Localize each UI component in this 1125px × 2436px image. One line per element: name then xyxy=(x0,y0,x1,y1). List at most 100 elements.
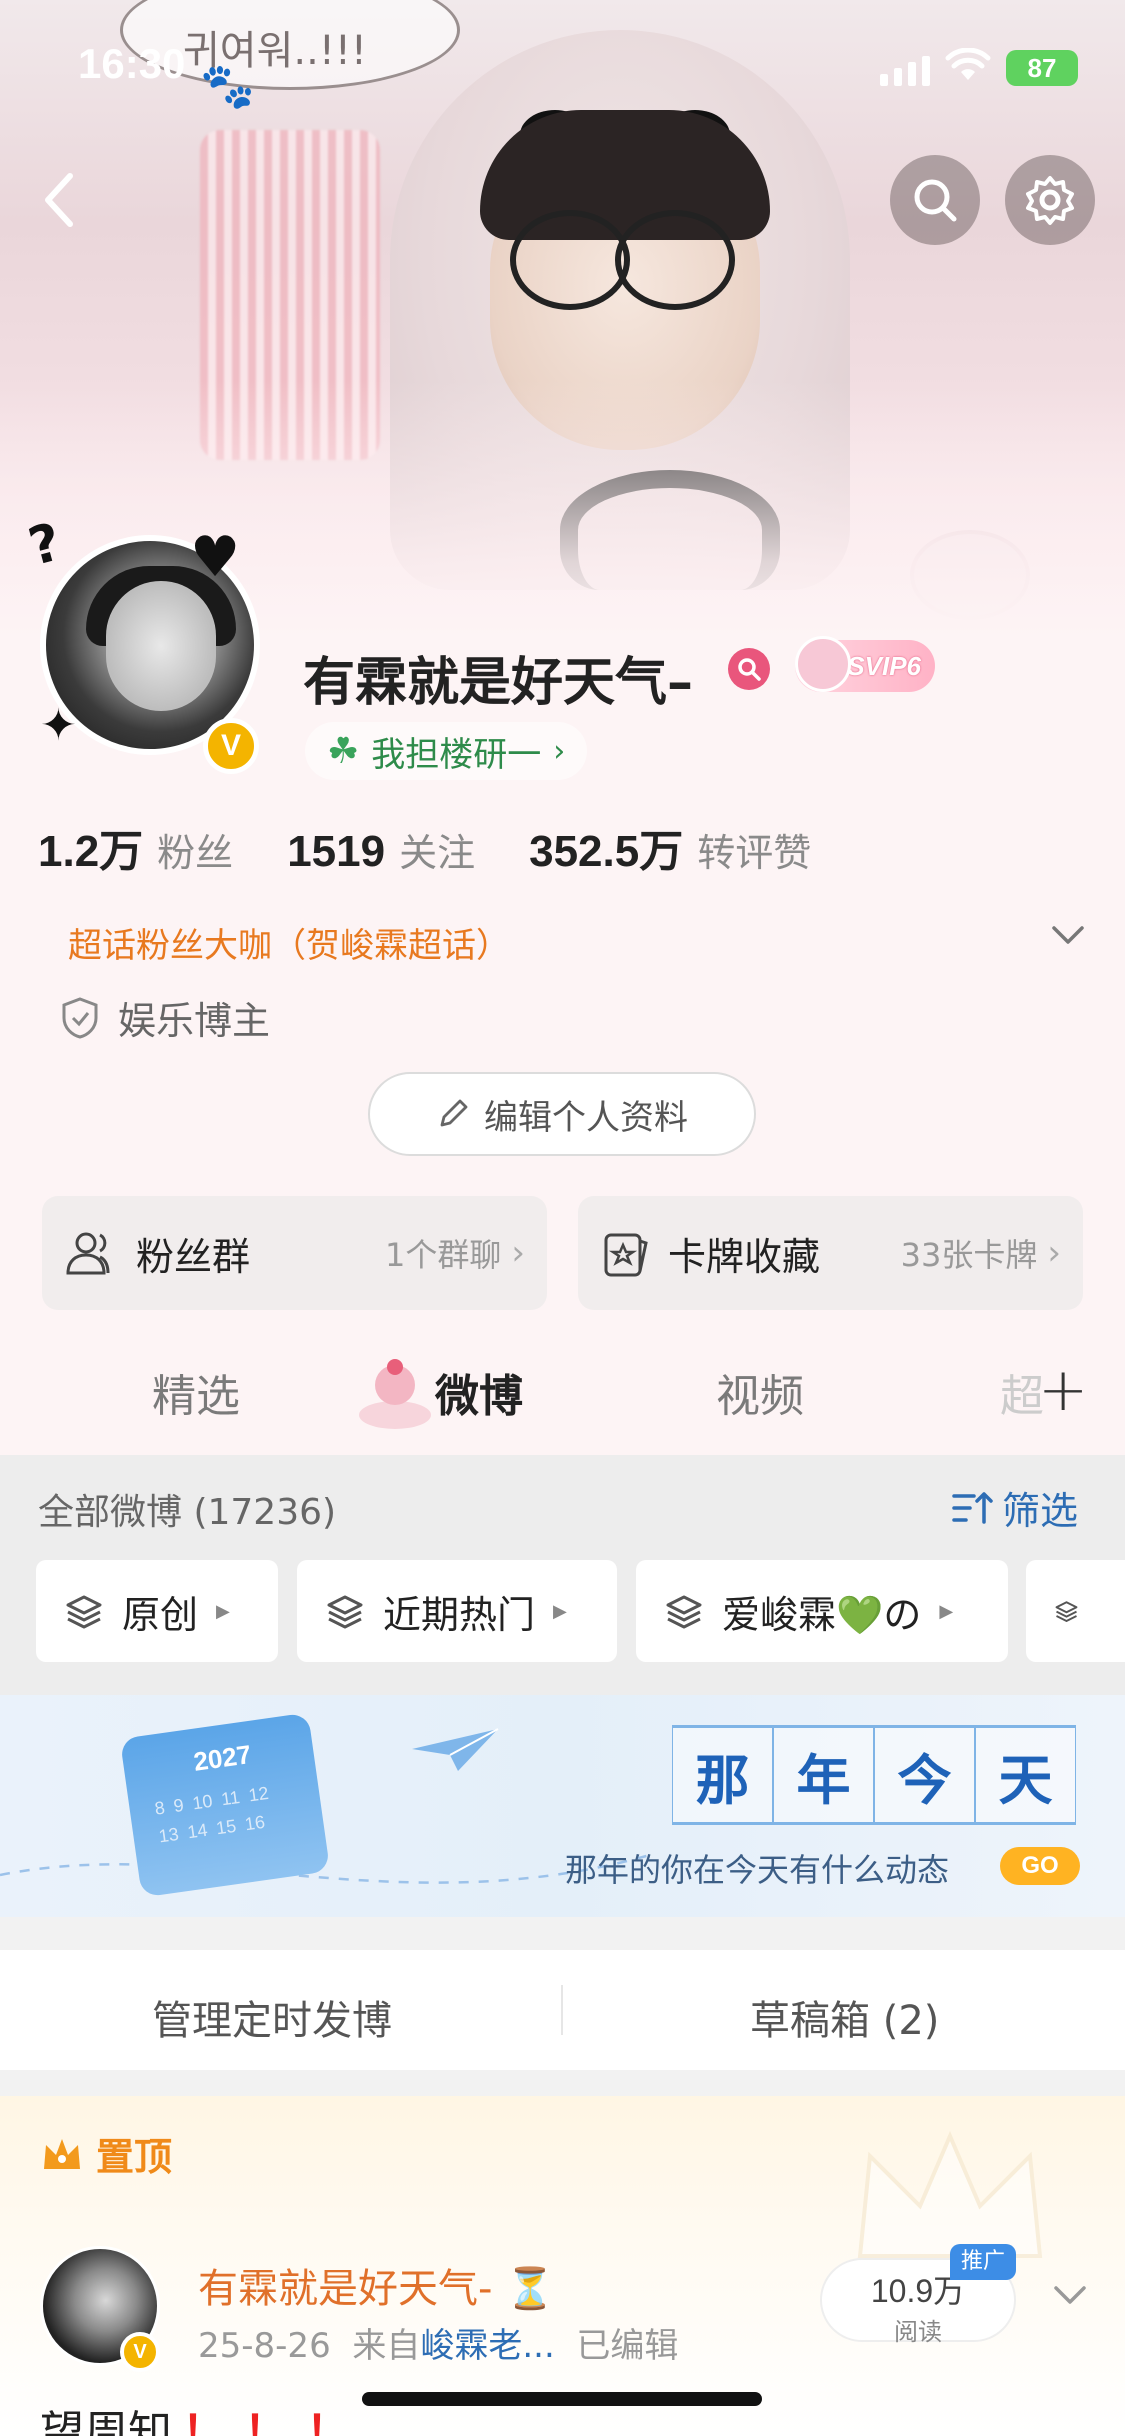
chip-label: 原创 xyxy=(122,1592,199,1637)
post-author[interactable]: 有霖就是好天气- ⏳ xyxy=(198,2256,555,2314)
post-text: 望周知 ！！！ xyxy=(40,2396,368,2436)
filter-button[interactable]: 筛选 xyxy=(950,1480,1078,1535)
divider xyxy=(561,1985,563,2035)
stat-label: 关注 xyxy=(399,831,476,875)
chip-label: 近期热门 xyxy=(383,1592,536,1637)
filter-icon xyxy=(952,1491,993,1524)
svip-bear-icon xyxy=(795,636,851,692)
crown-icon xyxy=(44,2138,80,2169)
stat-likes[interactable]: 352.5万 转评赞 xyxy=(529,815,811,879)
chip-love-junlin[interactable]: 爱峻霖💚の ▶ xyxy=(636,1560,1008,1662)
stat-number: 1519 xyxy=(287,827,386,876)
pinned-post[interactable]: 置顶 V 有霖就是好天气- ⏳ 25-8-26 来自峻霖老... 已编辑 10.… xyxy=(0,2096,1125,2436)
search-button[interactable] xyxy=(890,155,980,245)
verified-badge: V xyxy=(203,718,259,774)
card-title: 粉丝群 xyxy=(136,1234,251,1279)
title-char: 今 xyxy=(874,1725,975,1825)
card-icon xyxy=(604,1233,648,1277)
category-row: 娱乐博主 xyxy=(60,990,270,1045)
post-meta: 25-8-26 来自峻霖老... 已编辑 xyxy=(198,2318,678,2367)
battery-indicator: 87 xyxy=(1006,50,1078,86)
title-char: 天 xyxy=(975,1725,1076,1825)
glasses-left xyxy=(510,210,630,310)
gear-icon xyxy=(1026,176,1074,225)
all-weibo-count: 全部微博 (17236) xyxy=(38,1492,337,1533)
tag-link-label: 我担楼研一 xyxy=(371,734,542,775)
calendar-year: 2027 xyxy=(191,1739,254,1777)
signal-icon xyxy=(880,56,930,86)
cupcake-icon xyxy=(359,1359,431,1429)
drafts-button[interactable]: 草稿箱 (2) xyxy=(750,1988,939,2046)
shield-icon xyxy=(62,996,98,1039)
chevron-left-icon xyxy=(45,173,73,227)
category-label: 娱乐博主 xyxy=(118,999,271,1043)
post-text-content: 望周知 xyxy=(40,2407,172,2436)
title-char: 年 xyxy=(773,1725,874,1825)
status-bar: 16:30 87 xyxy=(0,0,1125,135)
home-indicator[interactable] xyxy=(362,2392,762,2406)
calendar-digits: 8 9 10 11 12 13 14 15 16 xyxy=(153,1782,270,1847)
chip-more[interactable] xyxy=(1026,1560,1125,1662)
chevron-down-icon[interactable] xyxy=(1048,916,1088,956)
profile-username: 有霖就是好天气– xyxy=(303,653,694,713)
post-exclaim: ！！！ xyxy=(182,2407,368,2436)
card-title: 卡牌收藏 xyxy=(668,1234,821,1279)
stat-following[interactable]: 1519 关注 xyxy=(287,822,475,877)
tag-link[interactable]: ☘ 我担楼研一 › xyxy=(305,722,588,780)
superfan-title[interactable]: 超话粉丝大咖（贺峻霖超话） xyxy=(68,918,510,967)
post-edited: 已编辑 xyxy=(576,2326,679,2366)
layers-icon xyxy=(1055,1601,1078,1622)
tab-video[interactable]: 视频 xyxy=(716,1360,804,1424)
search-icon xyxy=(914,179,957,222)
chip-label: 爱峻霖💚の xyxy=(722,1592,922,1637)
wifi-icon xyxy=(945,48,991,80)
chip-recent-hot[interactable]: 近期热门 ▶ xyxy=(297,1560,617,1662)
chevron-down-icon[interactable] xyxy=(1050,2276,1090,2316)
hourglass-icon: ⏳ xyxy=(505,2266,555,2312)
layers-icon xyxy=(666,1595,702,1629)
card-collection-card[interactable]: 卡牌收藏 33张卡牌 › xyxy=(578,1196,1083,1310)
fan-group-card[interactable]: 粉丝群 1个群聊 › xyxy=(42,1196,547,1310)
layers-icon xyxy=(66,1595,102,1629)
pinned-label-row: 置顶 xyxy=(40,2126,172,2181)
avatar-sticker-heart: ♥ xyxy=(190,525,241,590)
tab-weibo[interactable]: 微博 xyxy=(435,1360,523,1424)
filter-label: 筛选 xyxy=(1002,1489,1079,1533)
tab-featured[interactable]: 精选 xyxy=(152,1360,240,1424)
glasses-right xyxy=(615,210,735,310)
stat-followers[interactable]: 1.2万 粉丝 xyxy=(38,815,233,879)
promote-badge[interactable]: 推广 xyxy=(950,2244,1016,2280)
layers-icon xyxy=(327,1595,363,1629)
card-value: 33张卡牌 xyxy=(900,1236,1038,1274)
caret-right-icon: ▶ xyxy=(216,1600,230,1622)
status-time: 16:30 xyxy=(78,40,186,87)
caret-right-icon: ▶ xyxy=(553,1600,567,1622)
go-button[interactable]: GO xyxy=(1000,1847,1080,1885)
back-button[interactable] xyxy=(28,165,88,235)
post-source[interactable]: 峻霖老... xyxy=(420,2326,554,2366)
manage-row: 管理定时发博 草稿箱 (2) xyxy=(0,1950,1125,2070)
scheduled-posts-button[interactable]: 管理定时发博 xyxy=(152,1988,392,2046)
add-tab-icon[interactable]: + xyxy=(1038,1355,1088,1425)
profile-tabs: 精选 微博 视频 超 + xyxy=(0,1315,1125,1455)
chevron-right-icon: › xyxy=(1047,1233,1061,1273)
post-date: 25-8-26 xyxy=(198,2326,331,2366)
edit-profile-button[interactable]: 编辑个人资料 xyxy=(368,1072,756,1156)
on-this-day-banner[interactable]: 2027 8 9 10 11 12 13 14 15 16 那 年 今 天 那年… xyxy=(0,1695,1125,1917)
verified-badge: V xyxy=(120,2332,160,2372)
post-source-prefix: 来自 xyxy=(352,2326,421,2366)
stat-label: 粉丝 xyxy=(157,831,234,875)
edit-profile-label: 编辑个人资料 xyxy=(484,1097,688,1138)
title-char: 那 xyxy=(672,1725,773,1825)
chip-original[interactable]: 原创 ▶ xyxy=(36,1560,278,1662)
on-this-day-subtitle: 那年的你在今天有什么动态 xyxy=(565,1851,950,1889)
settings-button[interactable] xyxy=(1005,155,1095,245)
stat-number: 1.2万 xyxy=(38,827,144,876)
read-label: 阅读 xyxy=(894,2318,942,2346)
post-author-name: 有霖就是好天气- xyxy=(198,2266,493,2312)
pencil-icon xyxy=(440,1099,468,1127)
stat-number: 352.5万 xyxy=(529,827,684,876)
group-icon xyxy=(66,1232,110,1275)
member-icon[interactable] xyxy=(728,648,770,690)
profile-stats: 1.2万 粉丝 1519 关注 352.5万 转评赞 xyxy=(38,815,865,879)
